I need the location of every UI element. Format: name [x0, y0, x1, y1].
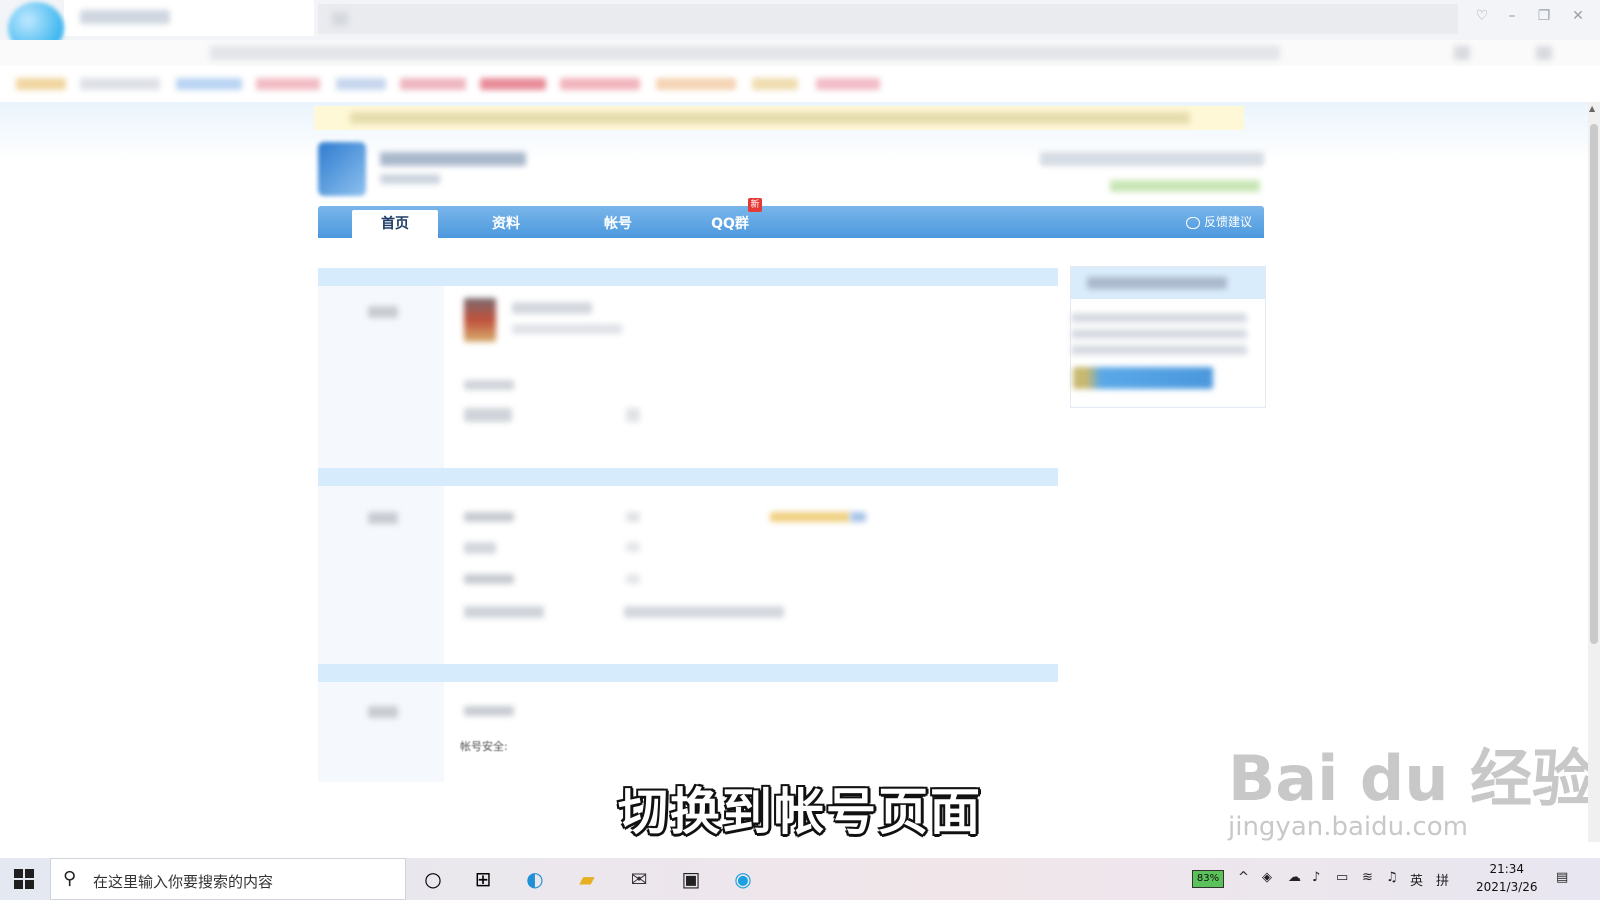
wifi-icon[interactable]: ≋: [1362, 870, 1373, 885]
battery-indicator[interactable]: 83%: [1192, 870, 1224, 888]
edge-browser-icon[interactable]: ◐: [520, 864, 550, 894]
user-status: [1110, 180, 1260, 192]
status-link[interactable]: [770, 512, 850, 522]
new-badge: 新: [748, 198, 762, 212]
bookmark-item[interactable]: [752, 78, 798, 90]
right-sidebar-panel: [1070, 266, 1266, 408]
feedback-link[interactable]: 反馈建议: [1185, 206, 1252, 238]
bookmark-item[interactable]: [176, 78, 242, 90]
user-links[interactable]: [1040, 152, 1264, 166]
task-view-icon[interactable]: ⊞: [468, 864, 498, 894]
bookmark-item[interactable]: [656, 78, 736, 90]
search-icon: ⚲: [63, 868, 77, 889]
bookmark-item[interactable]: [336, 78, 386, 90]
sidebar-header: [1071, 267, 1265, 299]
favorite-icon[interactable]: ♡: [1470, 6, 1494, 26]
content-section-basic: [318, 268, 1058, 468]
scroll-up-icon[interactable]: ▲: [1589, 104, 1595, 113]
clock-date: 2021/3/26: [1476, 880, 1538, 894]
chevron-up-icon[interactable]: ^: [1238, 870, 1249, 885]
section-header: [318, 664, 1058, 682]
page-scrollbar[interactable]: ▲: [1588, 102, 1600, 842]
volume-icon[interactable]: ♫: [1386, 870, 1398, 885]
site-logo: [318, 142, 366, 196]
bookmark-item[interactable]: [560, 78, 640, 90]
bookmark-item[interactable]: [16, 78, 66, 90]
scroll-thumb[interactable]: [1590, 124, 1598, 644]
main-nav: 首页 资料 帐号 QQ群 反馈建议: [318, 206, 1264, 238]
browser-title-bar: ♡ – ❐ ✕: [0, 0, 1600, 40]
system-clock[interactable]: 21:34 2021/3/26: [1476, 860, 1538, 896]
notification-icon[interactable]: ▤: [1556, 870, 1568, 885]
qq-icon[interactable]: ◈: [1262, 870, 1272, 885]
mail-icon[interactable]: ✉: [624, 864, 654, 894]
sidebar-action-button[interactable]: [1073, 367, 1213, 389]
clock-time: 21:34: [1489, 862, 1525, 876]
windows-start-icon[interactable]: [14, 869, 34, 889]
file-explorer-icon[interactable]: ▰: [572, 864, 602, 894]
section-header: [318, 268, 1058, 286]
microphone-icon[interactable]: ♪: [1312, 870, 1320, 885]
tab-account[interactable]: 帐号: [570, 210, 666, 238]
section-sidebar: [318, 682, 444, 782]
browser-app-icon[interactable]: ◉: [728, 864, 758, 894]
watermark-brand: Bai du 经验: [1228, 742, 1595, 815]
feedback-label: 反馈建议: [1203, 215, 1252, 229]
bookmark-item[interactable]: [400, 78, 466, 90]
content-section-account: [318, 468, 1058, 664]
search-placeholder: 在这里输入你要搜索的内容: [93, 873, 274, 891]
bookmark-item[interactable]: [80, 78, 160, 90]
cloud-icon[interactable]: ☁: [1288, 870, 1301, 885]
browser-tab-active[interactable]: [64, 0, 314, 36]
restore-icon[interactable]: ❐: [1532, 6, 1556, 26]
avatar[interactable]: [464, 298, 496, 342]
screen-recorder-icon[interactable]: ▣: [676, 864, 706, 894]
section-header: [318, 468, 1058, 486]
site-name: [380, 152, 526, 166]
close-icon[interactable]: ✕: [1566, 6, 1590, 26]
browser-tab-strip[interactable]: [318, 4, 1458, 34]
baidu-watermark: Bai du 经验 jingyan.baidu.com: [1228, 728, 1594, 842]
minimize-icon[interactable]: –: [1500, 6, 1524, 26]
account-security-label: 帐号安全:: [460, 740, 508, 753]
bookmark-item[interactable]: [480, 78, 546, 90]
speech-bubble-icon: [1185, 216, 1200, 229]
cortana-icon[interactable]: ○: [418, 864, 448, 894]
input-language[interactable]: 英: [1410, 870, 1423, 889]
tab-qq-group[interactable]: QQ群: [682, 210, 778, 238]
tab-home[interactable]: 首页: [352, 210, 438, 238]
bookmark-item[interactable]: [816, 78, 880, 90]
battery-icon[interactable]: ▭: [1336, 870, 1348, 885]
windows-taskbar: ⚲ 在这里输入你要搜索的内容 ○ ⊞ ◐ ▰ ✉ ▣ ◉ 83% ^ ◈ ☁ ♪…: [0, 858, 1600, 900]
tab-profile[interactable]: 资料: [458, 210, 554, 238]
content-section-security: [318, 664, 1058, 782]
bookmarks-bar: [0, 68, 1600, 102]
taskbar-search-input[interactable]: ⚲ 在这里输入你要搜索的内容: [50, 858, 406, 900]
address-bar[interactable]: [0, 40, 1600, 66]
notice-banner: [314, 106, 1244, 130]
bookmark-item[interactable]: [256, 78, 320, 90]
input-mode[interactable]: 拼: [1436, 870, 1449, 889]
